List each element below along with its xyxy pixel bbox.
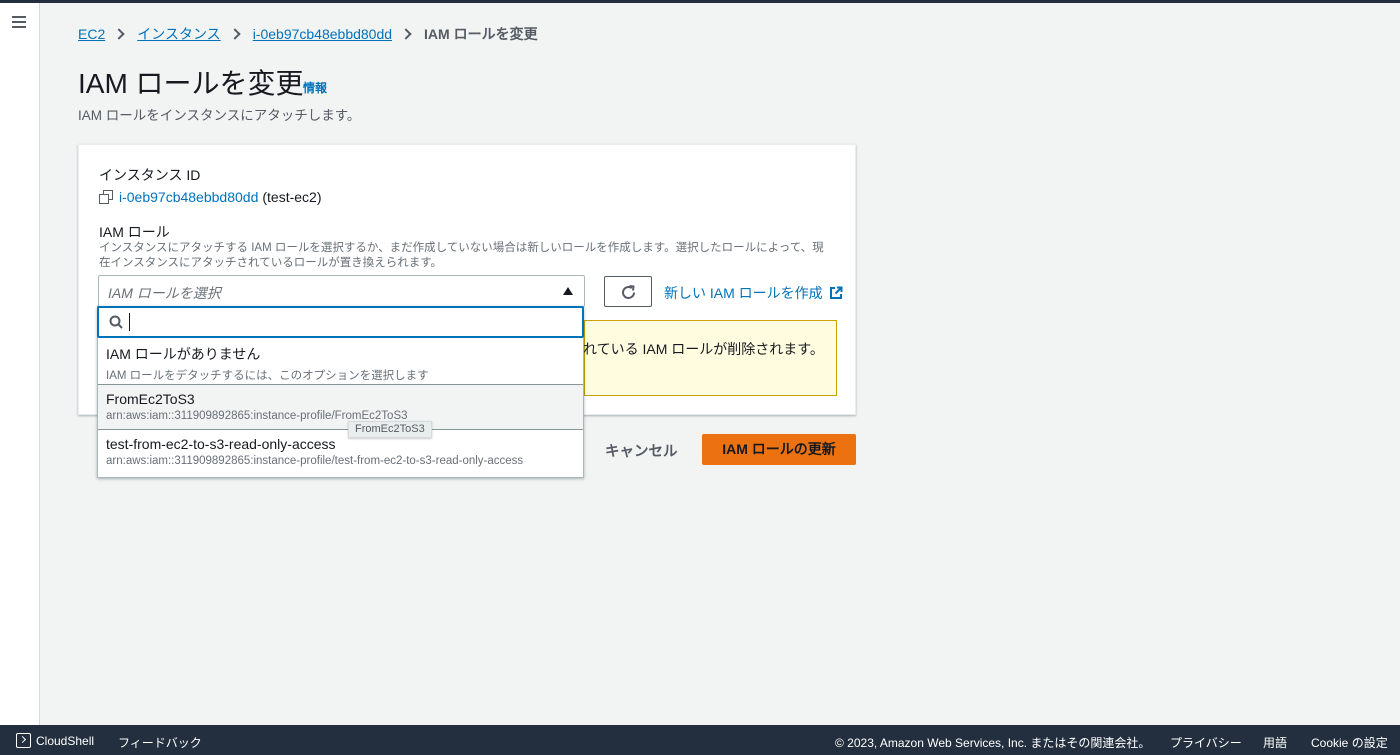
iam-role-description: インスタンスにアタッチする IAM ロールを選択するか、まだ作成していない場合は…: [99, 241, 839, 271]
option-tooltip: FromEc2ToS3: [348, 421, 432, 438]
info-link[interactable]: 情報: [303, 79, 327, 96]
warning-text: れている IAM ロールが削除されます。: [583, 341, 824, 357]
cancel-button[interactable]: キャンセル: [605, 440, 678, 461]
dropdown-option-test-from-ec2-to-s3[interactable]: test-from-ec2-to-s3-read-only-access arn…: [98, 436, 583, 476]
iam-role-label: IAM ロール: [99, 224, 170, 240]
feedback-link[interactable]: フィードバック: [118, 734, 202, 751]
refresh-icon: [622, 285, 635, 299]
select-placeholder: IAM ロールを選択: [108, 285, 221, 301]
instance-id-row: i-0eb97cb48ebbd80dd (test-ec2): [99, 189, 321, 205]
option-description: arn:aws:iam::311909892865:instance-profi…: [106, 455, 524, 467]
instance-name: (test-ec2): [262, 189, 322, 205]
copyright-text: © 2023, Amazon Web Services, Inc. またはその関…: [835, 736, 1151, 750]
cloudshell-icon[interactable]: [16, 733, 31, 748]
dropdown-search: [97, 306, 584, 338]
copy-icon[interactable]: [99, 190, 113, 204]
create-iam-role-label: 新しい IAM ロールを作成: [664, 285, 823, 301]
breadcrumb-ec2[interactable]: EC2: [78, 26, 105, 42]
search-icon: [109, 315, 123, 329]
iam-role-description-line: インスタンスにアタッチする IAM ロールを選択するか、まだ作成していない場合は…: [99, 242, 824, 254]
option-label: test-from-ec2-to-s3-read-only-access: [106, 436, 336, 452]
chevron-right-icon: [113, 28, 125, 40]
privacy-link[interactable]: プライバシー: [1170, 734, 1242, 751]
iam-role-description-line: 在インスタンスにアタッチされているロールが置き換えられます。: [99, 257, 443, 269]
page-description: IAM ロールをインスタンスにアタッチします。: [78, 108, 361, 123]
refresh-button[interactable]: [604, 276, 652, 307]
breadcrumb-instances[interactable]: インスタンス: [137, 24, 220, 44]
warning-alert: れている IAM ロールが削除されます。: [583, 320, 837, 396]
instance-id-link[interactable]: i-0eb97cb48ebbd80dd: [119, 189, 258, 205]
footer: CloudShell フィードバック © 2023, Amazon Web Se…: [0, 725, 1400, 755]
breadcrumb-current: IAM ロールを変更: [424, 26, 538, 42]
instance-id-label: インスタンス ID: [99, 167, 201, 183]
option-description: IAM ロールをデタッチするには、このオプションを選択します: [106, 370, 429, 382]
sidebar: [0, 3, 40, 725]
page-title: IAM ロールを変更: [78, 68, 304, 99]
external-link-icon: [829, 286, 843, 299]
breadcrumb: EC2 インスタンス i-0eb97cb48ebbd80dd IAM ロールを変…: [78, 24, 538, 44]
hamburger-menu-icon[interactable]: [12, 16, 26, 28]
terms-link[interactable]: 用語: [1263, 734, 1287, 751]
option-label: FromEc2ToS3: [106, 391, 195, 407]
breadcrumb-instance-id[interactable]: i-0eb97cb48ebbd80dd: [253, 26, 392, 42]
caret-up-icon: [563, 287, 573, 295]
dropdown-option-none[interactable]: IAM ロールがありません IAM ロールをデタッチするには、このオプションを選…: [98, 344, 583, 384]
cloudshell-link[interactable]: CloudShell: [36, 734, 94, 748]
cookie-settings-link[interactable]: Cookie の設定: [1311, 734, 1388, 751]
iam-role-dropdown: IAM ロールがありません IAM ロールをデタッチするには、このオプションを選…: [97, 306, 584, 478]
option-description: arn:aws:iam::311909892865:instance-profi…: [106, 410, 408, 422]
iam-role-select[interactable]: IAM ロールを選択: [98, 275, 585, 307]
update-iam-role-button[interactable]: IAM ロールの更新: [702, 434, 856, 465]
create-iam-role-link[interactable]: 新しい IAM ロールを作成: [664, 283, 843, 303]
chevron-right-icon: [400, 28, 412, 40]
chevron-right-icon: [229, 28, 241, 40]
dropdown-search-input[interactable]: [129, 313, 569, 331]
dropdown-option-fromec2tos3[interactable]: FromEc2ToS3 arn:aws:iam::311909892865:in…: [98, 384, 583, 430]
top-bar: [0, 0, 1400, 3]
option-label: IAM ロールがありません: [106, 346, 261, 362]
